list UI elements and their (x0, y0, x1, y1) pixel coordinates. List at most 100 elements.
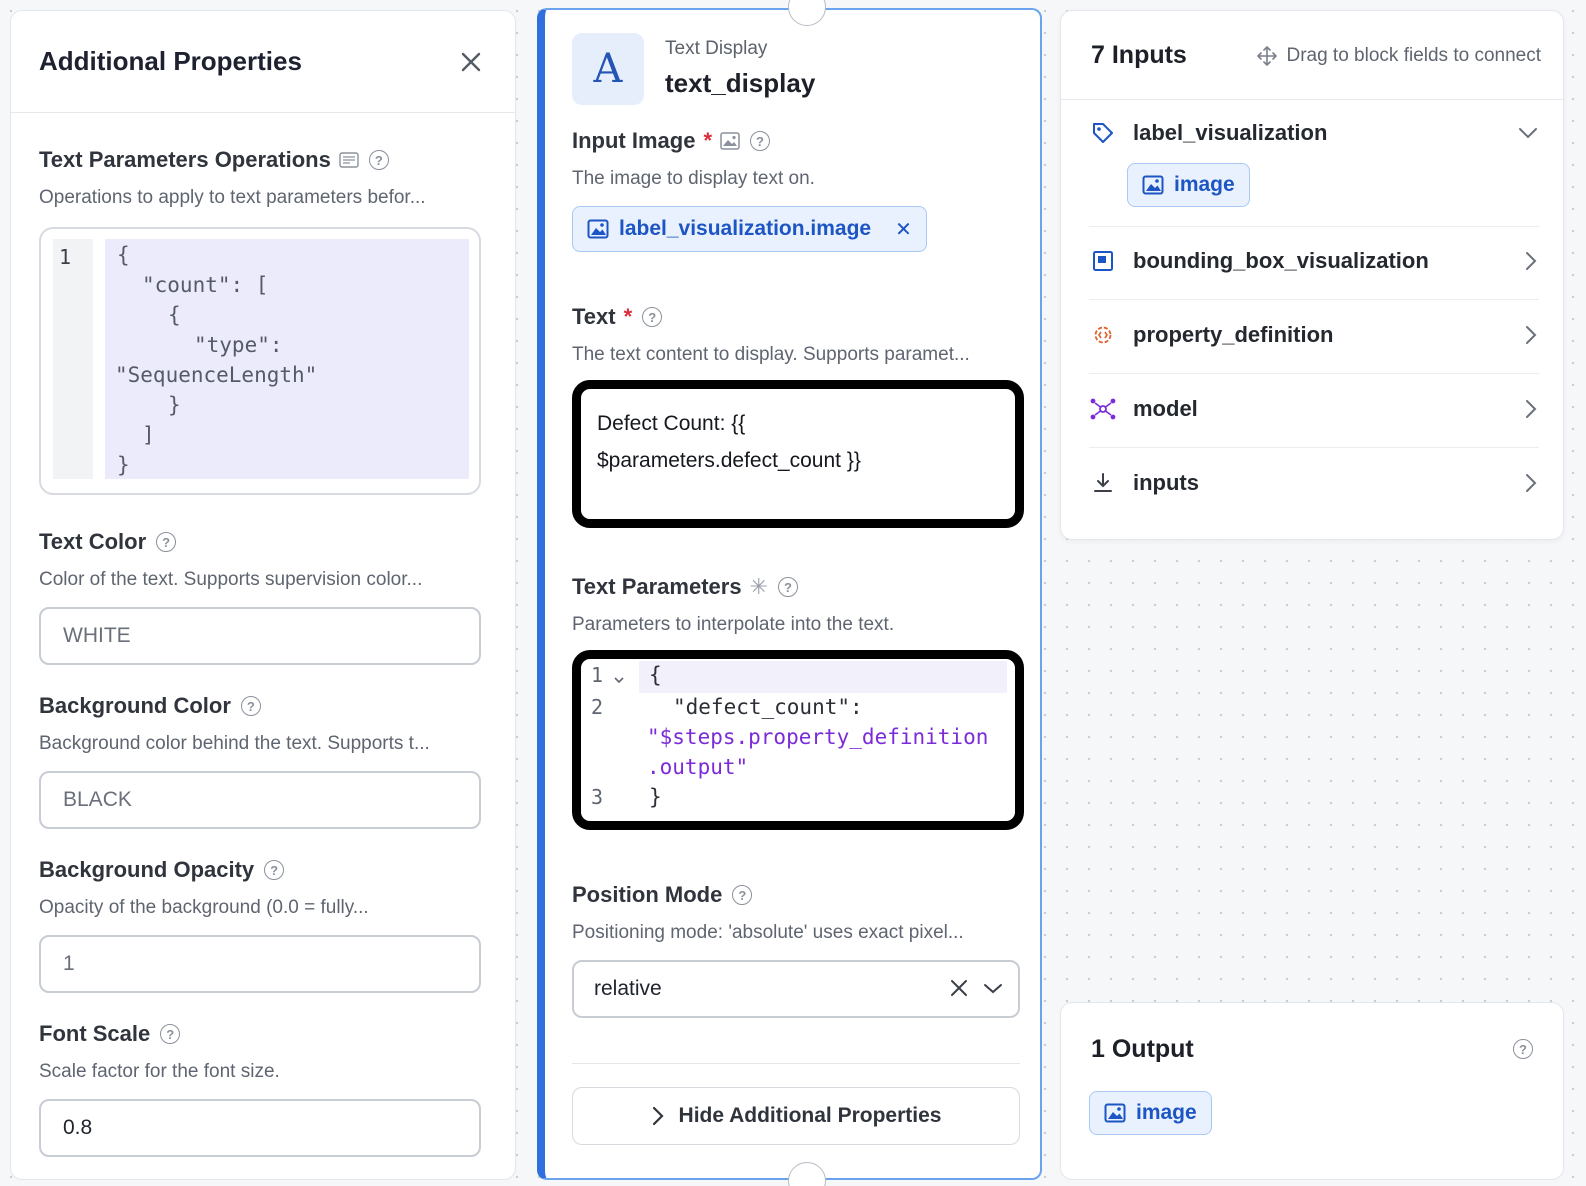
close-button[interactable] (455, 46, 487, 78)
chevron-down-icon[interactable] (1517, 125, 1539, 141)
output-chip[interactable]: image (1089, 1091, 1212, 1135)
bounding-box-icon (1093, 251, 1113, 271)
line-number: 2 (591, 695, 604, 719)
help-icon[interactable]: ? (264, 860, 285, 880)
required-marker: * (703, 128, 713, 153)
additional-properties-panel: Additional Properties Text Parameters Op… (10, 10, 516, 1180)
field-description: Operations to apply to text parameters b… (39, 187, 426, 208)
output-port-handle[interactable] (788, 1162, 826, 1186)
input-item-inputs[interactable]: inputs (1089, 469, 1539, 497)
json-editor[interactable]: 1 2 3 { "defect_count": "$steps.property… (572, 650, 1024, 830)
field-description: Parameters to interpolate into the text. (572, 614, 895, 635)
field-description: Color of the text. Supports supervision … (39, 569, 423, 590)
code-line: } (649, 785, 662, 809)
remove-chip-icon[interactable]: ✕ (895, 217, 912, 242)
input-image-field: Input Image * ? The image to display tex… (572, 128, 1022, 252)
draggable-output-chip[interactable]: image (1127, 163, 1250, 207)
help-icon[interactable]: ? (156, 532, 177, 552)
field-description: Positioning mode: 'absolute' uses exact … (572, 922, 964, 943)
help-icon[interactable]: ? (750, 131, 771, 151)
panel-header: Additional Properties (11, 11, 515, 113)
help-icon[interactable]: ? (642, 307, 663, 327)
input-item-label: inputs (1133, 470, 1199, 495)
help-icon[interactable]: ? (732, 885, 753, 905)
code-line: "count": [ (142, 273, 269, 297)
background-opacity-input[interactable]: 1 (39, 935, 481, 993)
position-mode-field: Position Mode ? Positioning mode: 'absol… (572, 882, 1022, 1018)
chevron-down-icon[interactable] (982, 979, 1004, 997)
image-icon (587, 219, 609, 239)
divider (1089, 226, 1539, 227)
input-item-label: property_definition (1133, 322, 1334, 347)
text-display-block[interactable]: A Text Display text_display Input Image … (537, 0, 1042, 1186)
inputs-panel: 7 Inputs Drag to block fields to connect… (1060, 10, 1565, 540)
list-icon (339, 152, 359, 168)
background-opacity-field: Background Opacity ? Opacity of the back… (11, 857, 515, 993)
image-icon (1142, 175, 1164, 195)
tag-icon (1093, 123, 1113, 143)
field-label: Font Scale (39, 1021, 151, 1046)
chip-label: image (1174, 173, 1235, 196)
connected-input-chip[interactable]: label_visualization.image ✕ (572, 206, 927, 252)
help-icon[interactable]: ? (160, 1024, 181, 1044)
line-number: 1 (59, 245, 72, 269)
input-item-label-visualization[interactable]: label_visualization (1089, 119, 1539, 147)
field-label: Text Parameters (572, 574, 742, 599)
chevron-right-icon[interactable] (1523, 324, 1539, 346)
divider (1089, 299, 1539, 300)
model-graph-icon (1090, 398, 1116, 420)
code-line: "defect_count": (673, 695, 863, 719)
code-line: "$steps.property_definition (647, 725, 989, 749)
input-item-bounding-box-visualization[interactable]: bounding_box_visualization (1089, 247, 1539, 275)
block-name: text_display (665, 68, 816, 98)
close-icon (461, 52, 481, 71)
outputs-title: 1 Output (1091, 1035, 1194, 1063)
line-number: 1 (591, 663, 604, 687)
input-port-handle[interactable] (788, 0, 826, 26)
code-line: } (168, 393, 181, 417)
field-description: Background color behind the text. Suppor… (39, 733, 430, 754)
divider (572, 1063, 1020, 1064)
text-input[interactable]: Defect Count: {{ $parameters.defect_coun… (572, 380, 1024, 528)
text-color-input[interactable]: WHITE (39, 607, 481, 665)
fold-chevron-icon[interactable] (613, 675, 625, 685)
field-label: Input Image (572, 128, 696, 153)
hide-additional-properties-button[interactable]: Hide Additional Properties (572, 1087, 1020, 1145)
input-item-model[interactable]: model (1089, 395, 1539, 423)
line-gutter: 1 (53, 239, 93, 479)
chevron-right-icon[interactable] (1523, 250, 1539, 272)
help-icon[interactable]: ? (1513, 1039, 1533, 1059)
optional-marker: ✳ (749, 574, 769, 599)
field-description: Scale factor for the font size. (39, 1061, 280, 1082)
code-line: { (168, 303, 181, 327)
code-line: .output" (647, 755, 749, 779)
code-line: { (117, 243, 130, 267)
field-label: Position Mode (572, 882, 723, 907)
font-scale-field: Font Scale ? Scale factor for the font s… (11, 1021, 515, 1157)
field-label: Background Color (39, 693, 231, 718)
outputs-panel: 1 Output ? image (1060, 1002, 1564, 1180)
help-icon[interactable]: ? (778, 577, 799, 597)
json-editor[interactable]: 1 { "count": [ { "type": "SequenceLength… (39, 227, 481, 495)
drag-hint: Drag to block fields to connect (1256, 45, 1541, 67)
download-icon (1094, 473, 1112, 492)
text-display-icon: A (572, 33, 644, 105)
field-label: Background Opacity (39, 857, 255, 882)
select-value: relative (594, 977, 662, 1000)
font-scale-input[interactable]: 0.8 (39, 1099, 481, 1157)
code-line: } (117, 453, 130, 477)
block-kind: Text Display (665, 38, 768, 59)
field-label: Text Parameters Operations (39, 147, 331, 172)
inputs-title: 7 Inputs (1091, 41, 1187, 69)
help-icon[interactable]: ? (240, 696, 261, 716)
field-label: Text Color (39, 529, 147, 554)
position-mode-select[interactable]: relative (572, 960, 1020, 1018)
field-description: The text content to display. Supports pa… (572, 344, 970, 365)
chevron-right-icon[interactable] (1523, 398, 1539, 420)
background-color-input[interactable]: BLACK (39, 771, 481, 829)
help-icon[interactable]: ? (368, 150, 389, 170)
chevron-right-icon[interactable] (1523, 472, 1539, 494)
chip-label: label_visualization.image (619, 217, 872, 240)
input-item-property-definition[interactable]: property_definition (1089, 321, 1539, 349)
clear-icon[interactable] (948, 977, 970, 999)
